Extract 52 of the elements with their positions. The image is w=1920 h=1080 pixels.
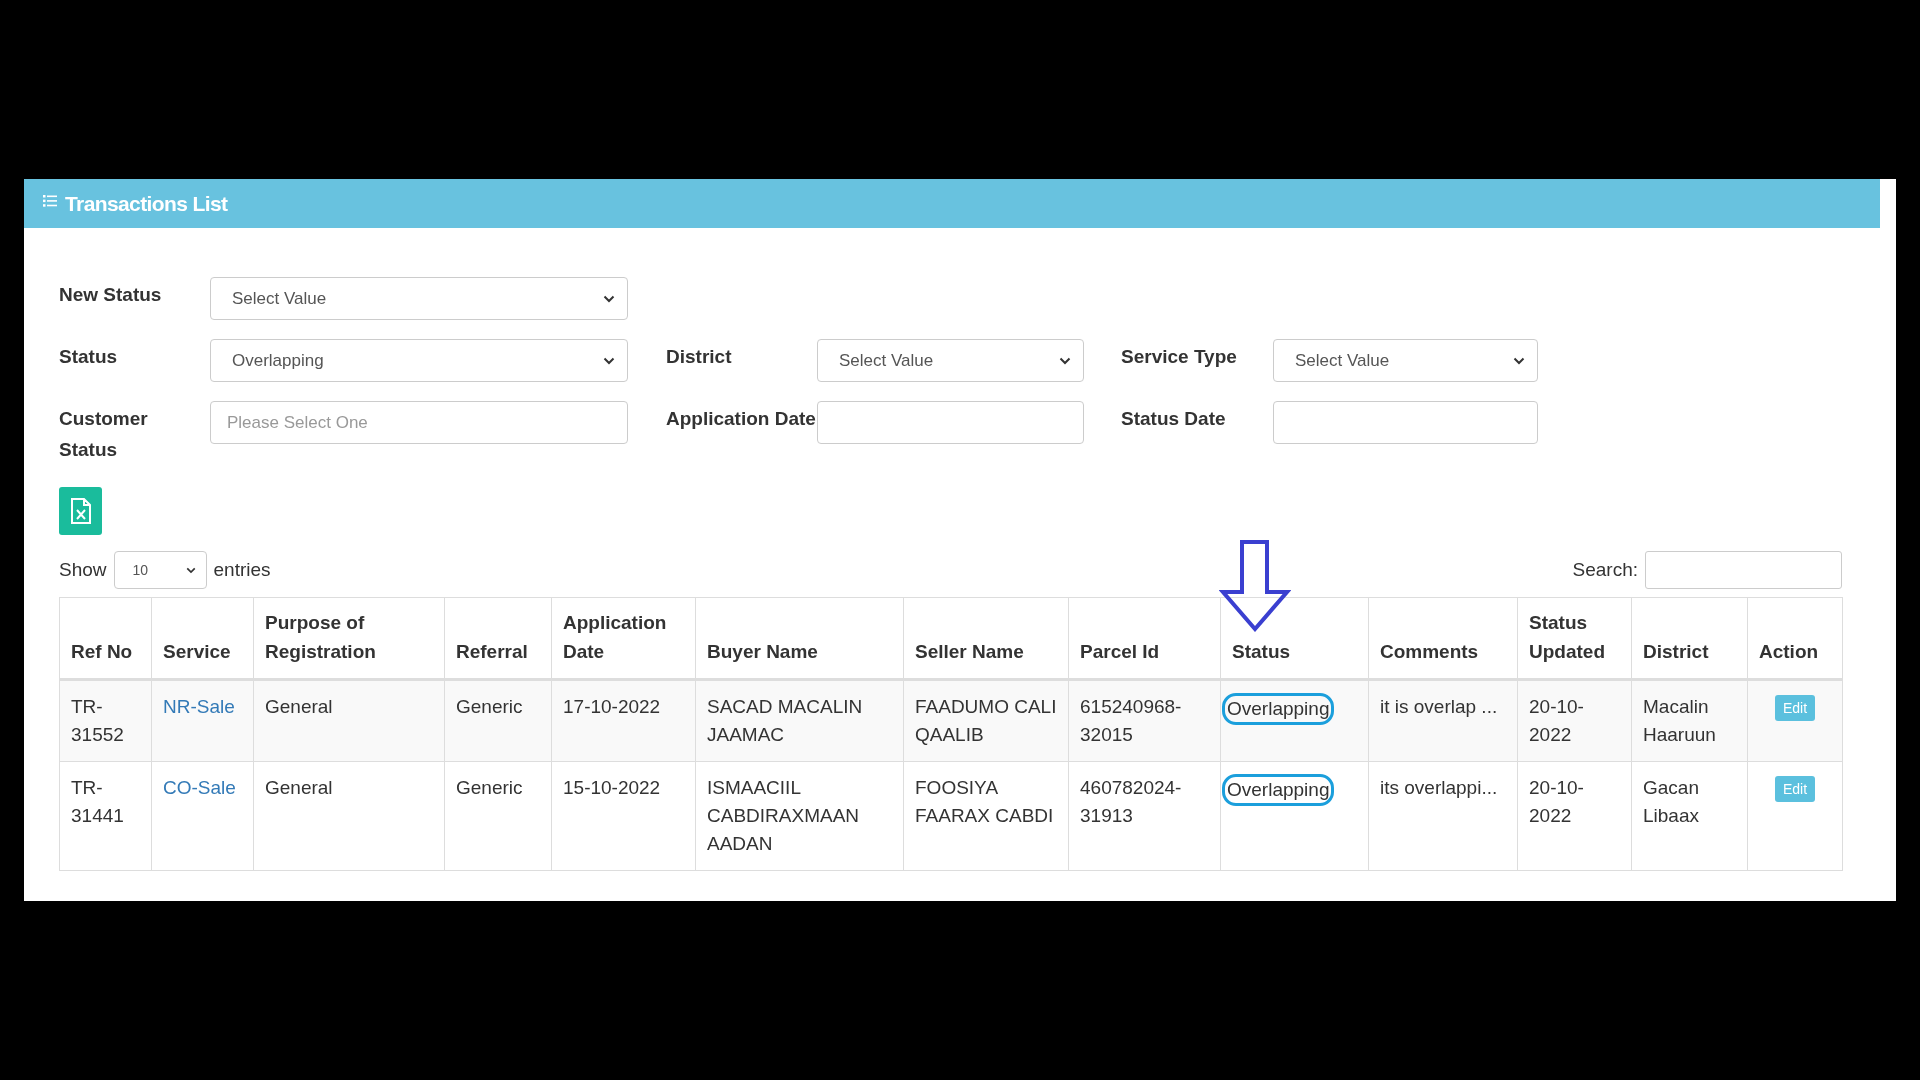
table-cell: its overlappi... [1368, 761, 1518, 871]
table-cell: 20-10-2022 [1517, 679, 1632, 762]
excel-export-button[interactable] [59, 487, 102, 535]
table-cell: 15-10-2022 [551, 761, 696, 871]
chevron-down-icon [603, 356, 615, 365]
list-icon [43, 194, 57, 207]
table-cell: TR-31441 [59, 761, 152, 871]
table-cell: 460782024-31913 [1068, 761, 1221, 871]
select-field[interactable]: Select Value [1273, 339, 1538, 382]
table-cell: ISMAACIIL CABDIRAXMAAN AADAN [695, 761, 904, 871]
table-cell: General [253, 679, 445, 762]
entries-select[interactable]: 10 [113, 551, 207, 589]
excel-file-icon [69, 498, 92, 524]
table-cell: TR-31552 [59, 679, 152, 762]
service-link[interactable]: NR-Sale [163, 696, 235, 717]
filter-label: Application Date [666, 407, 817, 431]
chevron-down-icon [603, 294, 615, 303]
table-cell: Generic [444, 679, 552, 762]
select-field[interactable]: Select Value [817, 339, 1084, 382]
input-field[interactable] [1273, 401, 1538, 444]
chevron-down-icon [185, 566, 196, 574]
service-link[interactable]: CO-Sale [163, 777, 236, 798]
table-cell: 20-10-2022 [1517, 761, 1632, 871]
input-field[interactable] [817, 401, 1084, 444]
filter-label: Customer Status [59, 407, 149, 462]
select-field[interactable]: Select Value [210, 277, 628, 320]
table-cell: it is overlap ... [1368, 679, 1518, 762]
table-cell: Generic [444, 761, 552, 871]
select-field[interactable]: Overlapping [210, 339, 628, 382]
circled-status: Overlapping [1222, 693, 1335, 725]
search-field[interactable] [1645, 551, 1842, 589]
table-cell: General [253, 761, 445, 871]
table-cell: 17-10-2022 [551, 679, 696, 762]
table-cell: FAADUMO CALI QAALIB [903, 679, 1069, 762]
panel-title: Transactions List [65, 191, 228, 216]
chevron-down-icon [1513, 356, 1525, 365]
input-field[interactable]: Please Select One [210, 401, 628, 444]
filter-label: Status [59, 345, 119, 369]
filter-label: New Status [59, 283, 163, 307]
circled-status: Overlapping [1222, 774, 1335, 806]
filter-label: Service Type [1121, 345, 1238, 369]
chevron-down-icon [1059, 356, 1071, 365]
table-cell: SACAD MACALIN JAAMAC [695, 679, 904, 762]
entries-label: entries [213, 559, 271, 581]
filter-label: District [666, 345, 733, 369]
table-cell: Macalin Haaruun [1631, 679, 1748, 762]
table-cell: FOOSIYA FAARAX CABDI [903, 761, 1069, 871]
show-label: Show [59, 559, 107, 581]
table-cell: 615240968-32015 [1068, 679, 1221, 762]
search-label: Search: [1572, 559, 1638, 581]
table-cell: Gacan Libaax [1631, 761, 1748, 871]
filter-label: Status Date [1121, 407, 1227, 431]
